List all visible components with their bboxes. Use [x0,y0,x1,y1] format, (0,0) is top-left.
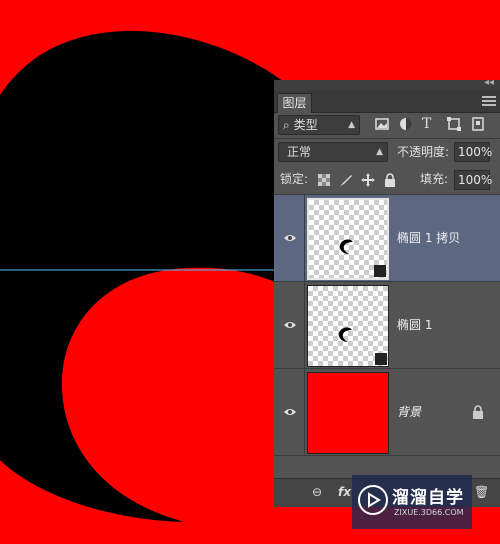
fill-label: 填充: [420,172,449,186]
vector-mask-icon [374,265,386,277]
filter-kind-value: 类型 [293,118,318,132]
fx-button[interactable]: fx [338,485,351,499]
watermark-site: ZIXUE.3D66.COM [394,508,464,517]
layer-filter-row: ⌕ 类型 ▲ T [274,113,500,137]
fill-input[interactable]: 100% [454,170,492,190]
visibility-toggle[interactable] [274,282,305,368]
eye-icon[interactable] [283,233,297,243]
layer-name[interactable]: 椭圆 1 拷贝 [397,229,460,246]
lock-label: 锁定: [280,172,309,186]
link-layers-icon[interactable]: ⊖ [312,485,322,499]
layers-panel: ◂◂ 图层 ⌕ 类型 ▲ T 正常 ▲ 不透明度: 100% 锁定: 填充: 1… [274,77,500,507]
watermark: 溜溜自学 ZIXUE.3D66.COM [352,475,472,529]
blend-mode-dropdown[interactable]: 正常 ▲ [278,142,388,162]
shape-layer-filter-icon[interactable] [446,116,462,132]
layer-name[interactable]: 背景 [397,403,421,420]
play-logo-icon [358,485,388,515]
tab-layers[interactable]: 图层 [277,93,312,113]
opacity-input[interactable]: 100% [454,142,492,162]
panel-collapse-bar[interactable]: ◂◂ [274,77,500,91]
trash-icon[interactable]: 🗑 [474,485,489,499]
lock-transparent-pixels-icon[interactable] [316,172,332,188]
search-icon: ⌕ [283,118,290,132]
filter-kind-dropdown[interactable]: ⌕ 类型 ▲ [278,115,360,135]
lock-all-icon[interactable] [382,172,398,188]
panel-menu-icon[interactable] [482,96,496,106]
opacity-label: 不透明度: [397,145,450,159]
lock-position-move-icon[interactable] [360,172,376,188]
adjustment-layer-filter-icon[interactable] [398,116,414,132]
smart-object-filter-icon[interactable] [470,116,486,132]
panel-tab-bar: 图层 [274,91,500,113]
vector-mask-icon [375,353,387,365]
layer-thumbnail[interactable] [307,198,389,280]
layer-row[interactable]: 椭圆 1 [274,282,500,369]
visibility-toggle[interactable] [274,195,305,281]
layer-thumbnail[interactable] [307,372,389,454]
eye-icon[interactable] [283,320,297,330]
lock-image-pixels-brush-icon[interactable] [338,172,354,188]
collapse-icon[interactable]: ◂◂ [484,77,494,88]
eye-icon[interactable] [283,407,297,417]
blend-opacity-row: 正常 ▲ 不透明度: 100% [274,141,500,163]
blend-mode-value: 正常 [287,145,312,159]
lock-icon [473,405,483,419]
layer-row[interactable]: 椭圆 1 拷贝 [274,195,500,282]
layer-thumbnail[interactable] [307,285,389,367]
lock-fill-row: 锁定: 填充: 100% [274,169,500,191]
visibility-toggle[interactable] [274,369,305,455]
watermark-brand: 溜溜自学 [392,488,464,508]
pixel-layer-filter-icon[interactable] [374,116,390,132]
layer-name[interactable]: 椭圆 1 [397,316,432,333]
type-layer-filter-icon[interactable]: T [422,116,438,132]
layer-row[interactable]: 背景 [274,369,500,456]
